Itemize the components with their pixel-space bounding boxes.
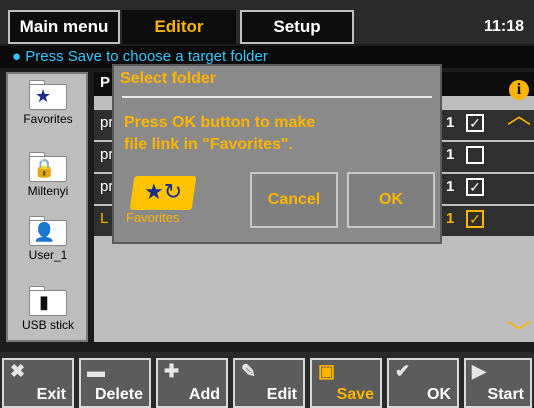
checkbox[interactable]: ✓ bbox=[466, 114, 484, 132]
folder-user-1[interactable]: 👤 User_1 bbox=[8, 216, 88, 262]
button-label: Start bbox=[487, 386, 524, 403]
save-button[interactable]: ▣ Save bbox=[310, 358, 382, 408]
target-folder-label: Favorites bbox=[126, 210, 180, 225]
folder-favorites[interactable]: ★ Favorites bbox=[8, 80, 88, 126]
check-icon: ✔ bbox=[395, 361, 411, 381]
device-screen: Main menu Editor Setup 11:18 ● Press Sav… bbox=[0, 0, 534, 408]
star-folder-icon: ★ bbox=[29, 80, 67, 110]
cancel-button[interactable]: Cancel bbox=[250, 172, 338, 228]
dialog-divider bbox=[122, 96, 432, 98]
play-icon: ▶ bbox=[472, 361, 486, 381]
list-header-label: P bbox=[100, 74, 111, 91]
bottom-toolbar: ✖ Exit ▬ Delete ✚ Add ✎ Edit ▣ Save ✔ OK… bbox=[0, 352, 534, 408]
dialog-title: Select folder bbox=[120, 70, 217, 87]
exit-button[interactable]: ✖ Exit bbox=[2, 358, 74, 408]
scroll-down-icon[interactable]: ﹀ bbox=[505, 321, 533, 345]
button-label: Delete bbox=[94, 386, 143, 403]
edit-icon: ✎ bbox=[241, 361, 257, 381]
top-menu-bar: Main menu Editor Setup 11:18 bbox=[0, 0, 534, 44]
button-label: Add bbox=[188, 386, 220, 403]
folder-label: USB stick bbox=[21, 318, 74, 332]
checkbox[interactable]: ✓ bbox=[466, 210, 484, 228]
start-button[interactable]: ▶ Start bbox=[464, 358, 532, 408]
edit-button[interactable]: ✎ Edit bbox=[233, 358, 305, 408]
button-label: Save bbox=[336, 386, 374, 403]
checkbox[interactable] bbox=[466, 146, 484, 164]
star-folder-icon: ★↻ bbox=[126, 170, 198, 210]
info-icon[interactable]: i bbox=[509, 80, 529, 100]
folder-usb-stick[interactable]: ▮ USB stick bbox=[8, 286, 88, 332]
row-name: L bbox=[100, 210, 109, 227]
row-col: 1 bbox=[446, 178, 455, 195]
add-button[interactable]: ✚ Add bbox=[156, 358, 228, 408]
usb-folder-icon: ▮ bbox=[29, 286, 67, 316]
button-label: Edit bbox=[266, 386, 297, 403]
tab-main-menu[interactable]: Main menu bbox=[8, 10, 120, 44]
folder-list: ★ Favorites 🔒 Miltenyi 👤 User_1 ▮ USB st… bbox=[6, 72, 88, 342]
row-col: 1 bbox=[446, 210, 455, 227]
save-icon: ▣ bbox=[318, 361, 336, 381]
clock: 11:18 bbox=[483, 18, 524, 35]
minus-icon: ▬ bbox=[87, 361, 105, 381]
button-label: Exit bbox=[36, 386, 66, 403]
folder-label: User_1 bbox=[28, 248, 68, 262]
target-folder: ★↻ Favorites bbox=[126, 170, 206, 225]
ok-toolbar-button[interactable]: ✔ OK bbox=[387, 358, 459, 408]
scroll-up-icon[interactable]: ︿ bbox=[505, 103, 533, 127]
plus-icon: ✚ bbox=[164, 361, 180, 381]
delete-button[interactable]: ▬ Delete bbox=[79, 358, 151, 408]
row-col: 1 bbox=[446, 146, 455, 163]
checkbox[interactable]: ✓ bbox=[466, 178, 484, 196]
folder-miltenyi[interactable]: 🔒 Miltenyi bbox=[8, 152, 88, 198]
user-folder-icon: 👤 bbox=[29, 216, 67, 246]
ok-button[interactable]: OK bbox=[347, 172, 435, 228]
select-folder-dialog: Select folder Press OK button to make fi… bbox=[112, 64, 442, 244]
lock-folder-icon: 🔒 bbox=[29, 152, 67, 182]
dialog-message: Press OK button to make file link in "Fa… bbox=[124, 114, 316, 153]
x-icon: ✖ bbox=[10, 361, 26, 381]
folder-label: Miltenyi bbox=[27, 184, 69, 198]
folder-label: Favorites bbox=[23, 112, 73, 126]
button-label: OK bbox=[427, 386, 451, 403]
tab-setup[interactable]: Setup bbox=[240, 10, 354, 44]
tab-editor[interactable]: Editor bbox=[122, 10, 236, 44]
row-col: 1 bbox=[446, 114, 455, 131]
